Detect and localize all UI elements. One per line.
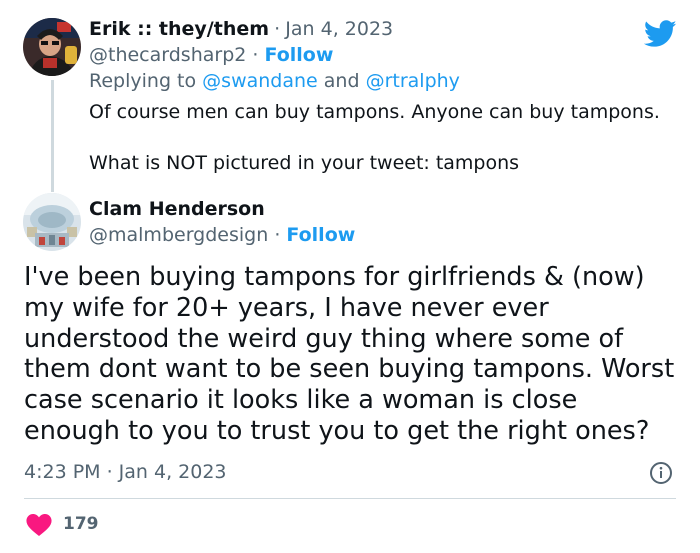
mention-link[interactable]: @swandane <box>202 70 318 92</box>
reply-header: Erik :: they/them · Jan 4, 2023 <box>89 18 393 40</box>
tweet-text-line: them dont want to be seen buying tampons… <box>24 354 675 385</box>
author-handle[interactable]: @thecardsharp2 <box>89 44 246 66</box>
replying-to: Replying to @swandane and @rtralphy <box>89 70 460 92</box>
separator-dot: · <box>274 18 281 40</box>
separator-dot: · <box>274 224 281 246</box>
reply-handle-row: @thecardsharp2 · Follow <box>89 44 333 66</box>
follow-button[interactable]: Follow <box>265 44 334 66</box>
divider <box>24 498 676 499</box>
tweet-date[interactable]: Jan 4, 2023 <box>285 18 393 40</box>
thread-connector <box>51 80 54 192</box>
twitter-bird-icon[interactable] <box>643 20 677 48</box>
like-count: 179 <box>63 514 99 534</box>
author-handle[interactable]: @malmbergdesign <box>89 224 268 246</box>
heart-icon <box>26 514 52 536</box>
separator-dot: · <box>252 44 259 66</box>
reply-text-line-1: Of course men can buy tampons. Anyone ca… <box>89 101 660 123</box>
replying-and: and <box>323 70 360 92</box>
tweet-text-line: enough to you to trust you to get the ri… <box>24 415 650 446</box>
tweet-text: I've been buying tampons for girlfriends… <box>24 262 684 447</box>
avatar-clam[interactable] <box>23 193 81 251</box>
tweet-text-line: I've been buying tampons for girlfriends… <box>24 262 645 292</box>
tweet-text-line: case scenario it looks like a woman is c… <box>24 385 578 416</box>
tweet-text-line: understood the weird guy thing where som… <box>24 323 624 354</box>
replying-to-label: Replying to <box>89 70 197 92</box>
follow-button[interactable]: Follow <box>286 224 355 246</box>
info-icon[interactable] <box>649 461 673 485</box>
like-button[interactable] <box>26 514 52 536</box>
mention-link[interactable]: @rtralphy <box>366 70 460 92</box>
tweet-text-line: my wife for 20+ years, I have never ever <box>24 292 549 323</box>
reply-text-line-2: What is NOT pictured in your tweet: tamp… <box>89 152 520 174</box>
author-name[interactable]: Erik :: they/them <box>89 18 269 40</box>
tweet-timestamp[interactable]: 4:23 PM · Jan 4, 2023 <box>24 461 227 483</box>
main-handle-row: @malmbergdesign · Follow <box>89 224 355 246</box>
avatar-erik[interactable] <box>23 18 81 76</box>
author-name[interactable]: Clam Henderson <box>89 198 265 220</box>
